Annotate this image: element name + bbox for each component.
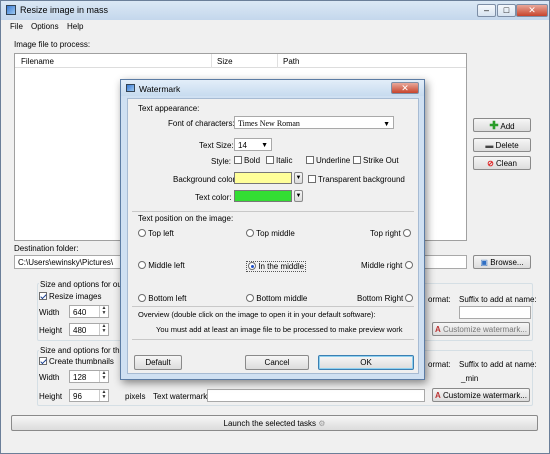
menu-options[interactable]: Options: [31, 22, 59, 31]
column-path[interactable]: Path: [283, 57, 299, 66]
suffix-input[interactable]: [459, 306, 531, 319]
position-bottom-left[interactable]: Bottom left: [138, 294, 186, 303]
customize-watermark-button[interactable]: A Customize watermark...: [432, 322, 530, 336]
menu-file[interactable]: File: [10, 22, 23, 31]
watermark-dialog: Watermark ✕ Text appearance: Font of cha…: [120, 79, 425, 380]
plus-icon: ✚: [489, 120, 499, 132]
suffix-label: Suffix to add at name:: [459, 295, 537, 304]
size-select[interactable]: 14 ▼: [234, 138, 272, 151]
position-top-left[interactable]: Top left: [138, 229, 174, 238]
list-header: Filename Size Path: [15, 54, 466, 68]
dialog-title: Watermark: [139, 84, 181, 94]
position-middle-right[interactable]: Middle right: [361, 261, 413, 270]
format-label: ormat:: [428, 295, 451, 304]
thumb-suffix-label: Suffix to add at name:: [459, 360, 537, 369]
height-stepper[interactable]: 480 ▲ ▼: [69, 323, 109, 336]
create-thumbnails-checkbox[interactable]: Create thumbnails: [39, 357, 114, 366]
resize-images-checkbox[interactable]: Resize images: [39, 292, 101, 301]
remove-icon: ▬: [485, 141, 494, 150]
default-button[interactable]: Default: [134, 355, 182, 370]
font-select[interactable]: Times New Roman ▼: [234, 116, 394, 129]
pixels-label: pixels: [125, 392, 146, 401]
text-color-label: Text color:: [195, 193, 232, 202]
destination-label: Destination folder:: [14, 244, 79, 253]
maximize-icon[interactable]: □: [497, 4, 516, 17]
bg-color-dropdown[interactable]: ▼: [294, 172, 303, 184]
dialog-close-icon[interactable]: ✕: [391, 82, 419, 94]
position-middle-left[interactable]: Middle left: [138, 261, 185, 270]
text-watermark-label: Text watermark:: [153, 392, 210, 401]
position-in-the-middle[interactable]: In the middle: [246, 261, 307, 272]
size-label: Text Size:: [199, 141, 234, 150]
strikeout-checkbox[interactable]: Strike Out: [353, 156, 399, 165]
bg-color-label: Background color:: [173, 175, 238, 184]
close-icon[interactable]: ✕: [516, 4, 548, 17]
dialog-title-bar: Watermark ✕: [121, 80, 424, 96]
width-stepper[interactable]: 640 ▲ ▼: [69, 305, 109, 318]
overview-label: Overview (double click on the image to o…: [138, 310, 376, 319]
column-filename[interactable]: Filename: [21, 57, 54, 66]
bold-checkbox[interactable]: Bold: [234, 156, 260, 165]
style-label: Style:: [211, 157, 232, 166]
underline-checkbox[interactable]: Underline: [306, 156, 350, 165]
thumb-format-label: ormat:: [428, 360, 451, 369]
watermark-icon: [126, 84, 135, 92]
ok-button[interactable]: OK: [318, 355, 414, 370]
thumb-suffix-value[interactable]: _min: [461, 374, 478, 383]
text-color-dropdown[interactable]: ▼: [294, 190, 303, 202]
position-bottom-middle[interactable]: Bottom middle: [246, 294, 307, 303]
window-title: Resize image in mass: [20, 5, 109, 15]
position-bottom-right[interactable]: Bottom Right: [357, 294, 414, 303]
chevron-down-icon: ▼: [261, 142, 268, 149]
clean-button[interactable]: ⊘ Clean: [473, 156, 531, 170]
add-button[interactable]: ✚ Add: [473, 118, 531, 132]
image-file-label: Image file to process:: [14, 40, 91, 49]
thumb-height-label: Height: [39, 392, 63, 401]
bg-color-picker[interactable]: [234, 172, 292, 184]
column-size[interactable]: Size: [217, 57, 233, 66]
thumb-width-label: Width: [39, 373, 60, 382]
minimize-icon[interactable]: –: [477, 4, 496, 17]
gear-icon: ⚙: [318, 419, 326, 428]
folder-icon: ▣: [480, 258, 488, 267]
text-watermark-input[interactable]: [207, 389, 425, 402]
overview-message: You must add at least an image file to b…: [156, 325, 403, 334]
menu-help[interactable]: Help: [67, 22, 83, 31]
thumb-width-stepper[interactable]: 128 ▲ ▼: [69, 370, 109, 383]
height-label: Height: [39, 326, 63, 335]
thumb-height-stepper[interactable]: 96 ▲ ▼: [69, 389, 109, 402]
launch-button[interactable]: Launch the selected tasks ⚙: [11, 415, 538, 431]
clean-icon: ⊘: [487, 159, 494, 168]
delete-button[interactable]: ▬ Delete: [473, 138, 531, 152]
thumb-customize-watermark-button[interactable]: A Customize watermark...: [432, 388, 530, 402]
width-label: Width: [39, 308, 60, 317]
font-icon: A: [434, 391, 441, 400]
title-bar: Resize image in mass – □ ✕: [1, 1, 549, 20]
font-label: Font of characters:: [168, 119, 235, 128]
position-label: Text position on the image:: [138, 214, 234, 223]
browse-button[interactable]: ▣ Browse...: [473, 255, 531, 269]
menu-bar: File Options Help: [1, 20, 549, 33]
cancel-button[interactable]: Cancel: [245, 355, 309, 370]
font-icon: A: [434, 325, 441, 334]
appearance-label: Text appearance:: [138, 104, 200, 113]
dialog-body: Text appearance: Font of characters: Tim…: [127, 98, 419, 374]
position-top-right[interactable]: Top right: [370, 229, 411, 238]
italic-checkbox[interactable]: Italic: [266, 156, 292, 165]
app-icon: [6, 5, 16, 15]
chevron-down-icon: ▼: [383, 120, 390, 128]
text-color-picker[interactable]: [234, 190, 292, 202]
transparent-bg-checkbox[interactable]: Transparent background: [308, 175, 405, 184]
position-top-middle[interactable]: Top middle: [246, 229, 295, 238]
